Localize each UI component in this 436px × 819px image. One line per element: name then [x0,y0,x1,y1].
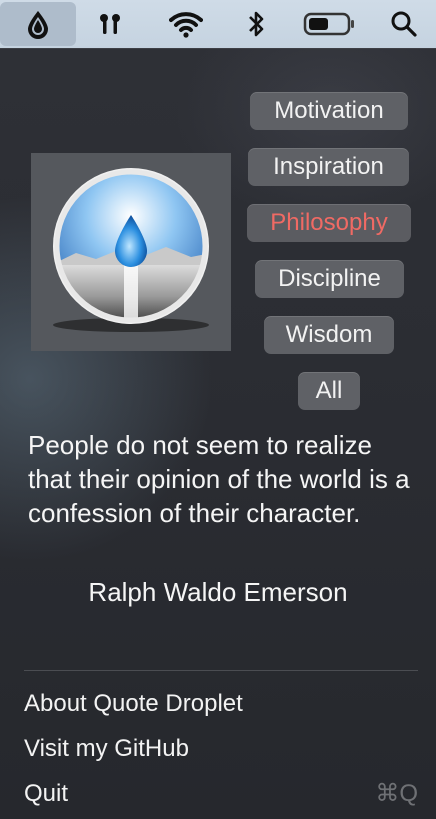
category-button-wisdom[interactable]: Wisdom [264,316,394,354]
menu-divider [24,670,418,671]
droplet-menubar-button[interactable] [0,2,76,46]
category-button-inspiration[interactable]: Inspiration [248,148,409,186]
wifi-menubar-button[interactable] [166,4,206,44]
wifi-icon [169,12,203,38]
category-button-all[interactable]: All [298,372,360,410]
app-logo [31,153,231,351]
quote-author: Ralph Waldo Emerson [88,577,348,607]
bluetooth-icon [249,11,264,37]
category-button-motivation[interactable]: Motivation [250,92,408,130]
quit-menu-item[interactable]: Quit [24,779,68,809]
airpods-icon [100,14,120,34]
quit-shortcut: ⌘Q [375,780,418,807]
category-button-philosophy[interactable]: Philosophy [247,204,411,242]
quote-text: People do not seem to realize that their… [28,430,410,528]
battery-icon [303,12,354,36]
airpods-menubar-button[interactable] [90,4,130,44]
battery-menubar-button[interactable] [300,4,358,44]
about-menu-item[interactable]: About Quote Droplet [24,689,243,719]
menu-bar [0,0,436,48]
category-button-discipline[interactable]: Discipline [255,260,404,298]
bluetooth-menubar-button[interactable] [240,4,272,44]
droplet-icon [28,11,48,39]
search-icon [391,11,417,37]
droplet-logo-icon [53,168,209,332]
github-menu-item[interactable]: Visit my GitHub [24,734,189,764]
spotlight-menubar-button[interactable] [386,4,422,44]
